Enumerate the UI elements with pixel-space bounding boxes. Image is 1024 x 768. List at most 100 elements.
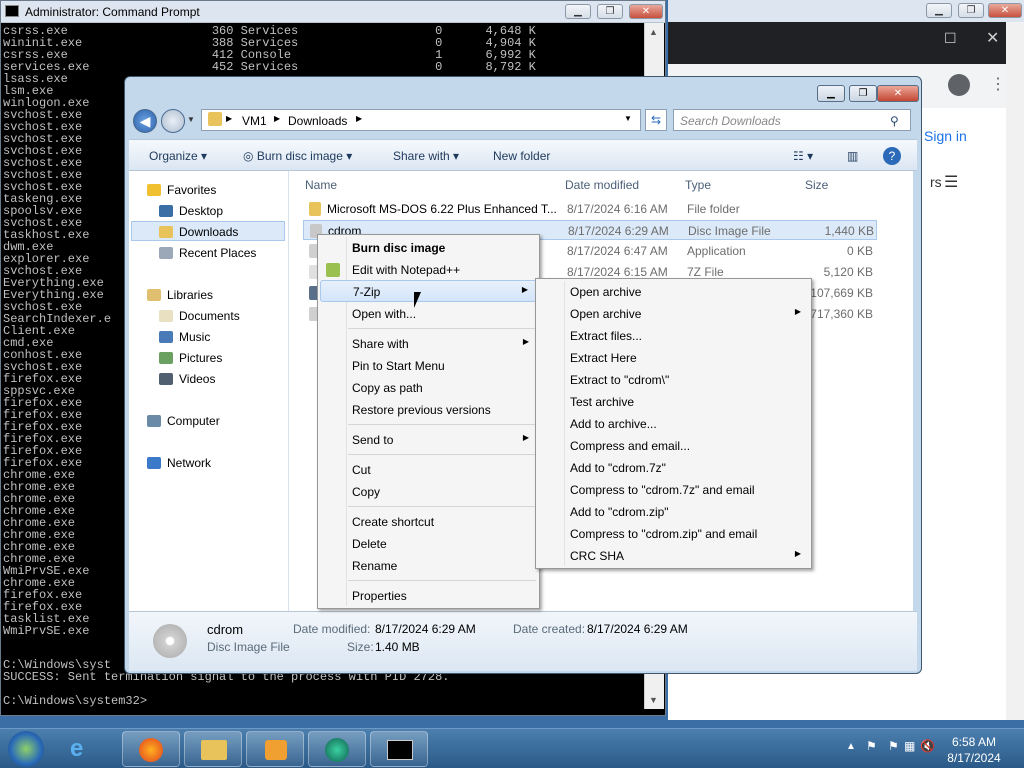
scroll-down-icon[interactable]: ▼ bbox=[649, 695, 658, 705]
organize-button[interactable]: Organize ▾ bbox=[149, 149, 207, 163]
column-type[interactable]: Type bbox=[685, 178, 711, 192]
zip-menu-item[interactable]: Extract Here bbox=[538, 347, 809, 369]
address-dropdown-icon[interactable]: ▼ bbox=[624, 114, 632, 123]
preview-pane-icon[interactable]: ▥ bbox=[847, 149, 858, 163]
nav-network[interactable]: Network bbox=[147, 456, 211, 470]
scroll-up-icon[interactable]: ▲ bbox=[649, 27, 658, 37]
zip-menu-item[interactable]: Add to archive... bbox=[538, 413, 809, 435]
column-date-modified[interactable]: Date modified bbox=[565, 178, 639, 192]
nav-recent-places[interactable]: Recent Places bbox=[159, 246, 256, 260]
share-with-button[interactable]: Share with ▾ bbox=[393, 149, 459, 163]
nav-pictures[interactable]: Pictures bbox=[159, 351, 222, 365]
zip-menu-item[interactable]: Add to "cdrom.7z" bbox=[538, 457, 809, 479]
back-button[interactable]: ◀ bbox=[133, 109, 157, 133]
menu-send-to[interactable]: Send to ▶ bbox=[320, 429, 537, 451]
nav-music[interactable]: Music bbox=[159, 330, 210, 344]
firefox-icon bbox=[139, 738, 163, 762]
zip-menu-item[interactable]: Open archive ▶ bbox=[538, 303, 809, 325]
explorer-titlebar[interactable]: ▁ ❐ ✕ bbox=[125, 77, 921, 103]
nav-downloads[interactable]: Downloads bbox=[159, 225, 238, 239]
flag-icon[interactable]: ⚑ bbox=[888, 739, 899, 753]
menu-open-with[interactable]: Open with... bbox=[320, 303, 537, 325]
view-options-icon[interactable]: ☷ ▾ bbox=[793, 149, 813, 163]
forward-button[interactable] bbox=[161, 109, 185, 133]
minimize-button[interactable]: ▁ bbox=[817, 85, 845, 102]
menu-copy-as-path[interactable]: Copy as path bbox=[320, 377, 537, 399]
zip-menu-item[interactable]: Extract to "cdrom\" bbox=[538, 369, 809, 391]
taskbar-firefox[interactable] bbox=[122, 731, 180, 767]
zip-menu-item[interactable]: Compress to "cdrom.zip" and email bbox=[538, 523, 809, 545]
menu-edit-notepad[interactable]: Edit with Notepad++ bbox=[320, 259, 537, 281]
cmd-titlebar[interactable]: Administrator: Command Prompt ▁ ❐ ✕ bbox=[1, 1, 665, 23]
minimize-button[interactable]: ▁ bbox=[926, 3, 952, 18]
zip-menu-item[interactable]: CRC SHA ▶ bbox=[538, 545, 809, 567]
column-name[interactable]: Name bbox=[305, 178, 337, 192]
menu-rename[interactable]: Rename bbox=[320, 555, 537, 577]
close-button[interactable]: ✕ bbox=[629, 4, 663, 19]
tray-expand-icon[interactable]: ▲ bbox=[846, 741, 856, 752]
zip-menu-item[interactable]: Compress to "cdrom.7z" and email bbox=[538, 479, 809, 501]
search-icon[interactable]: ⚲ bbox=[890, 114, 899, 128]
nav-libraries[interactable]: Libraries bbox=[147, 288, 213, 302]
sign-in-link[interactable]: Sign in bbox=[924, 128, 967, 144]
menu-icon[interactable]: ⋮ bbox=[990, 74, 1006, 94]
zip-menu-item[interactable]: Test archive bbox=[538, 391, 809, 413]
refresh-icon[interactable]: ⇆ bbox=[645, 109, 667, 131]
maximize-button[interactable]: ❐ bbox=[597, 4, 623, 19]
menu-share-with[interactable]: Share with ▶ bbox=[320, 333, 537, 355]
menu-copy[interactable]: Copy bbox=[320, 481, 537, 503]
taskbar-cmd[interactable] bbox=[370, 731, 428, 767]
taskbar-explorer[interactable] bbox=[184, 731, 242, 767]
search-input[interactable]: Search Downloads ⚲ bbox=[673, 109, 911, 131]
nav-documents[interactable]: Documents bbox=[159, 309, 240, 323]
zip-menu-item[interactable]: Open archive bbox=[538, 281, 809, 303]
clock[interactable]: 6:58 AM 8/17/2024 bbox=[930, 734, 1018, 766]
menu-delete[interactable]: Delete bbox=[320, 533, 537, 555]
breadcrumb-vm1[interactable]: VM1 bbox=[242, 114, 267, 128]
address-bar[interactable]: ▶ VM1 ▶ Downloads ▶ ▼ bbox=[201, 109, 641, 131]
chrome-titlebar[interactable]: ▁ ❐ ✕ bbox=[668, 0, 1024, 22]
videos-icon bbox=[159, 373, 173, 385]
file-row[interactable]: Microsoft MS-DOS 6.22 Plus Enhanced T...… bbox=[303, 199, 877, 219]
menu-restore-versions[interactable]: Restore previous versions bbox=[320, 399, 537, 421]
taskbar-media[interactable] bbox=[246, 731, 304, 767]
maximize-icon[interactable]: ☐ bbox=[944, 30, 957, 47]
close-button[interactable]: ✕ bbox=[877, 85, 919, 102]
start-button[interactable] bbox=[8, 731, 44, 767]
column-size[interactable]: Size bbox=[805, 178, 828, 192]
menu-burn-disc-image[interactable]: Burn disc image bbox=[320, 237, 537, 259]
new-folder-button[interactable]: New folder bbox=[493, 149, 550, 163]
menu-create-shortcut[interactable]: Create shortcut bbox=[320, 511, 537, 533]
menu-cut[interactable]: Cut bbox=[320, 459, 537, 481]
network-tray-icon[interactable]: ▦ bbox=[904, 739, 915, 753]
zip-menu-item[interactable]: Compress and email... bbox=[538, 435, 809, 457]
nav-computer[interactable]: Computer bbox=[147, 414, 220, 428]
libraries-icon bbox=[147, 289, 161, 301]
internet-explorer-icon[interactable]: e bbox=[70, 735, 83, 763]
menu-pin-start[interactable]: Pin to Start Menu bbox=[320, 355, 537, 377]
recent-pages-icon[interactable]: ▼ bbox=[187, 115, 195, 124]
close-button[interactable]: ✕ bbox=[988, 3, 1022, 18]
taskbar-app[interactable] bbox=[308, 731, 366, 767]
maximize-button[interactable]: ❐ bbox=[849, 85, 877, 102]
zip-menu-item[interactable]: Extract files... bbox=[538, 325, 809, 347]
chrome-scrollbar[interactable] bbox=[1006, 22, 1024, 720]
chrome-tabbar[interactable]: ☐ ✕ bbox=[668, 22, 1024, 64]
star-icon bbox=[147, 184, 161, 196]
minimize-button[interactable]: ▁ bbox=[565, 4, 591, 19]
breadcrumb-downloads[interactable]: Downloads bbox=[288, 114, 347, 128]
maximize-button[interactable]: ❐ bbox=[958, 3, 984, 18]
profile-icon[interactable] bbox=[948, 74, 970, 96]
notepad-icon bbox=[326, 263, 340, 277]
menu-properties[interactable]: Properties bbox=[320, 585, 537, 607]
zip-menu-item[interactable]: Add to "cdrom.zip" bbox=[538, 501, 809, 523]
flag-icon[interactable]: ⚑ bbox=[866, 739, 877, 753]
nav-videos[interactable]: Videos bbox=[159, 372, 215, 386]
filter-icon[interactable]: ☰ bbox=[944, 172, 958, 192]
menu-7zip[interactable]: 7-Zip ▶ bbox=[320, 280, 537, 302]
nav-favorites[interactable]: Favorites bbox=[147, 183, 216, 197]
help-icon[interactable]: ? bbox=[883, 147, 901, 165]
nav-desktop[interactable]: Desktop bbox=[159, 204, 223, 218]
burn-disc-image-button[interactable]: ◎ Burn disc image ▾ bbox=[243, 149, 352, 163]
close-icon[interactable]: ✕ bbox=[986, 28, 999, 48]
